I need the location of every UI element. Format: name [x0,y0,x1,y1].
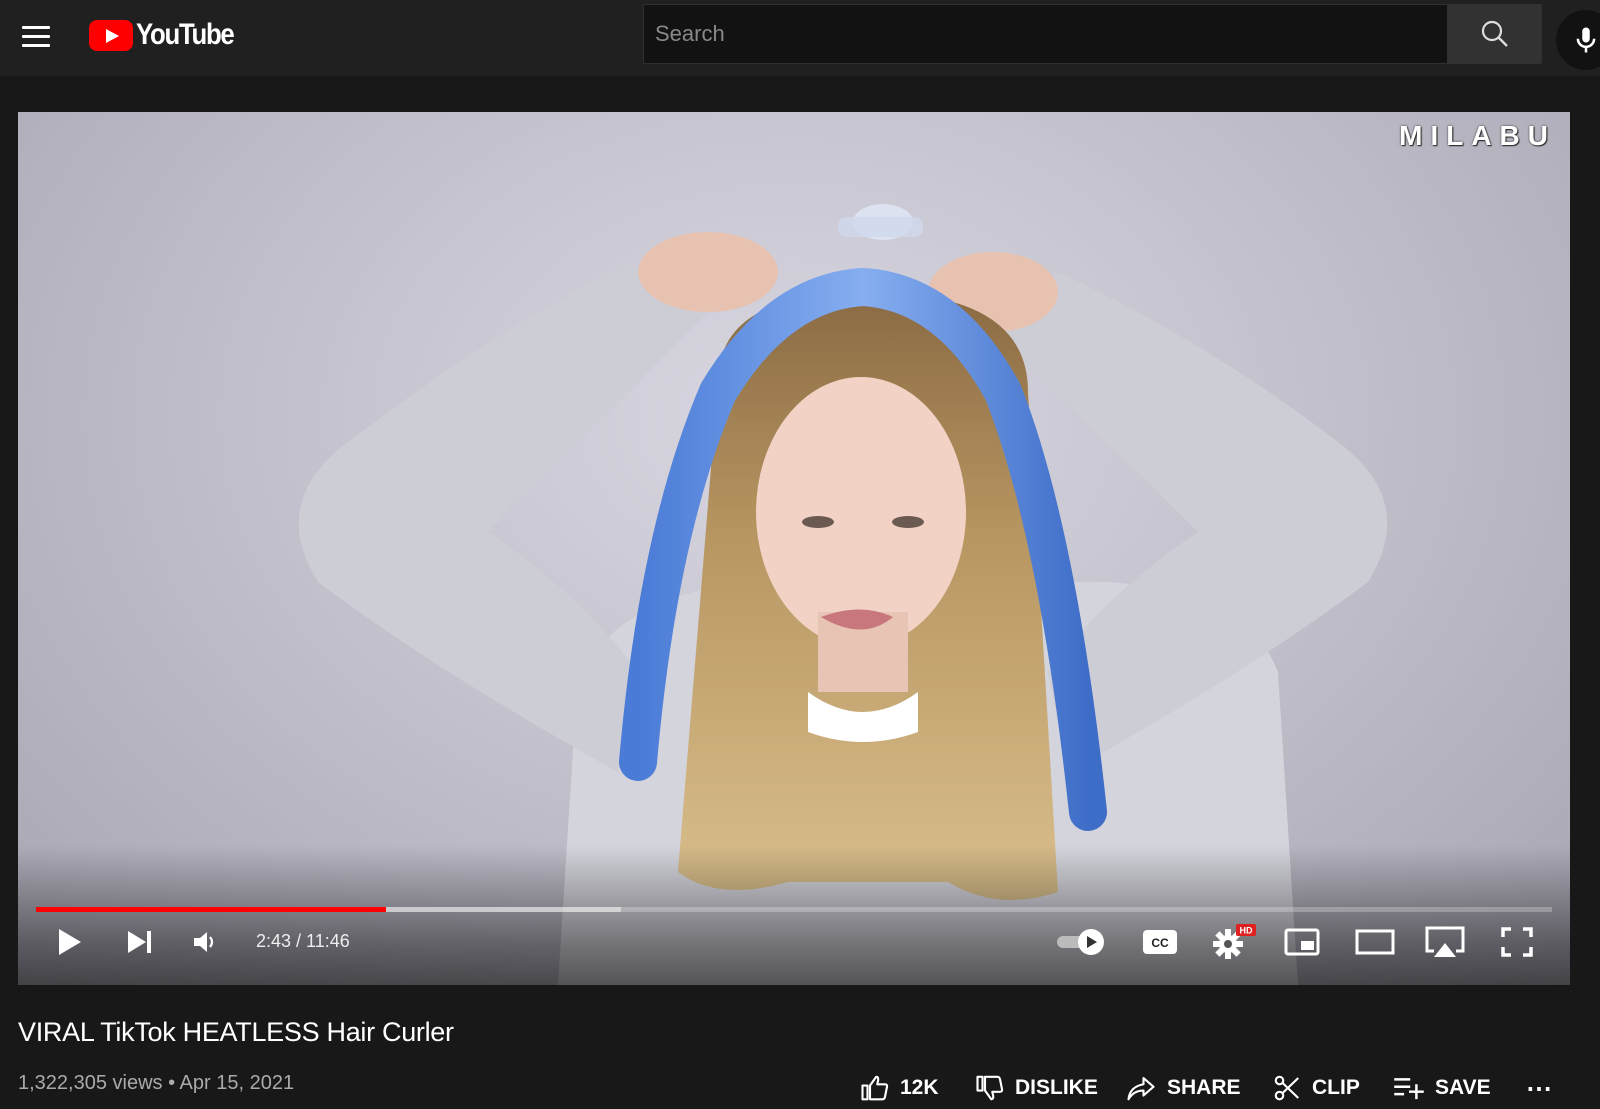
more-icon: ⋯ [1526,1072,1553,1103]
play-icon [59,929,81,955]
like-count: 12K [900,1076,939,1099]
next-icon [128,931,151,953]
fullscreen-button[interactable] [1494,920,1540,964]
progress-bar[interactable] [36,907,1552,912]
airplay-button[interactable] [1420,920,1470,964]
fullscreen-icon [1501,927,1533,957]
play-button[interactable] [48,920,92,964]
theater-icon [1355,929,1395,955]
theater-mode-button[interactable] [1350,920,1400,964]
time-display: 2:43 / 11:46 [256,931,350,951]
miniplayer-button[interactable] [1280,920,1324,964]
controls-gradient [18,845,1570,985]
volume-icon [194,932,214,952]
captions-icon: CC [1143,930,1177,954]
voice-search-button[interactable] [1556,10,1600,70]
more-actions-button[interactable]: ⋯ [1526,1068,1553,1108]
scissors-icon [1274,1075,1299,1101]
masthead: YouTube [0,0,1600,76]
clip-button[interactable]: CLIP [1272,1068,1360,1108]
autoplay-toggle-icon [1057,929,1104,955]
miniplayer-icon [1284,928,1320,956]
save-label: SAVE [1435,1076,1491,1099]
share-button[interactable]: SHARE [1125,1068,1241,1108]
dislike-label: DISLIKE [1015,1076,1098,1099]
like-button[interactable]: 12K [860,1068,939,1108]
youtube-play-logo-icon [89,19,133,51]
search-box [643,4,1448,64]
progress-played [36,907,387,912]
airplay-icon [1425,926,1465,957]
video-title: VIRAL TikTok HEATLESS Hair Curler [18,1017,454,1047]
search-button[interactable] [1448,4,1542,64]
dislike-button[interactable]: DISLIKE [975,1068,1098,1108]
settings-icon: HD [1213,924,1256,959]
clip-label: CLIP [1312,1076,1360,1099]
share-label: SHARE [1167,1076,1241,1099]
logo-text: YouTube [136,18,235,51]
thumbs-up-icon [861,1075,889,1101]
playlist-add-icon [1394,1078,1424,1100]
mute-button[interactable] [183,920,227,964]
next-button[interactable] [118,920,162,964]
thumbs-down-icon [976,1075,1004,1101]
search-icon [1481,20,1508,47]
hd-badge: HD [1240,926,1253,936]
svg-text:CC: CC [1151,936,1169,950]
microphone-icon [1576,27,1596,53]
channel-watermark: MILABU [1399,120,1556,151]
captions-button[interactable]: CC [1138,920,1182,964]
menu-button[interactable] [14,14,58,58]
save-button[interactable]: SAVE [1393,1068,1491,1108]
share-icon [1127,1076,1155,1101]
autoplay-toggle[interactable] [1053,920,1109,964]
video-player[interactable]: MILABU 2:43 / 11:46 CC HD [18,112,1570,985]
search-input[interactable] [653,20,1447,48]
youtube-logo[interactable]: YouTube [89,18,249,52]
hamburger-menu-icon [22,26,50,47]
video-actions: 12K DISLIKE SHARE CLIP SAVE ⋯ [0,1068,1600,1108]
settings-button[interactable]: HD [1208,920,1258,964]
